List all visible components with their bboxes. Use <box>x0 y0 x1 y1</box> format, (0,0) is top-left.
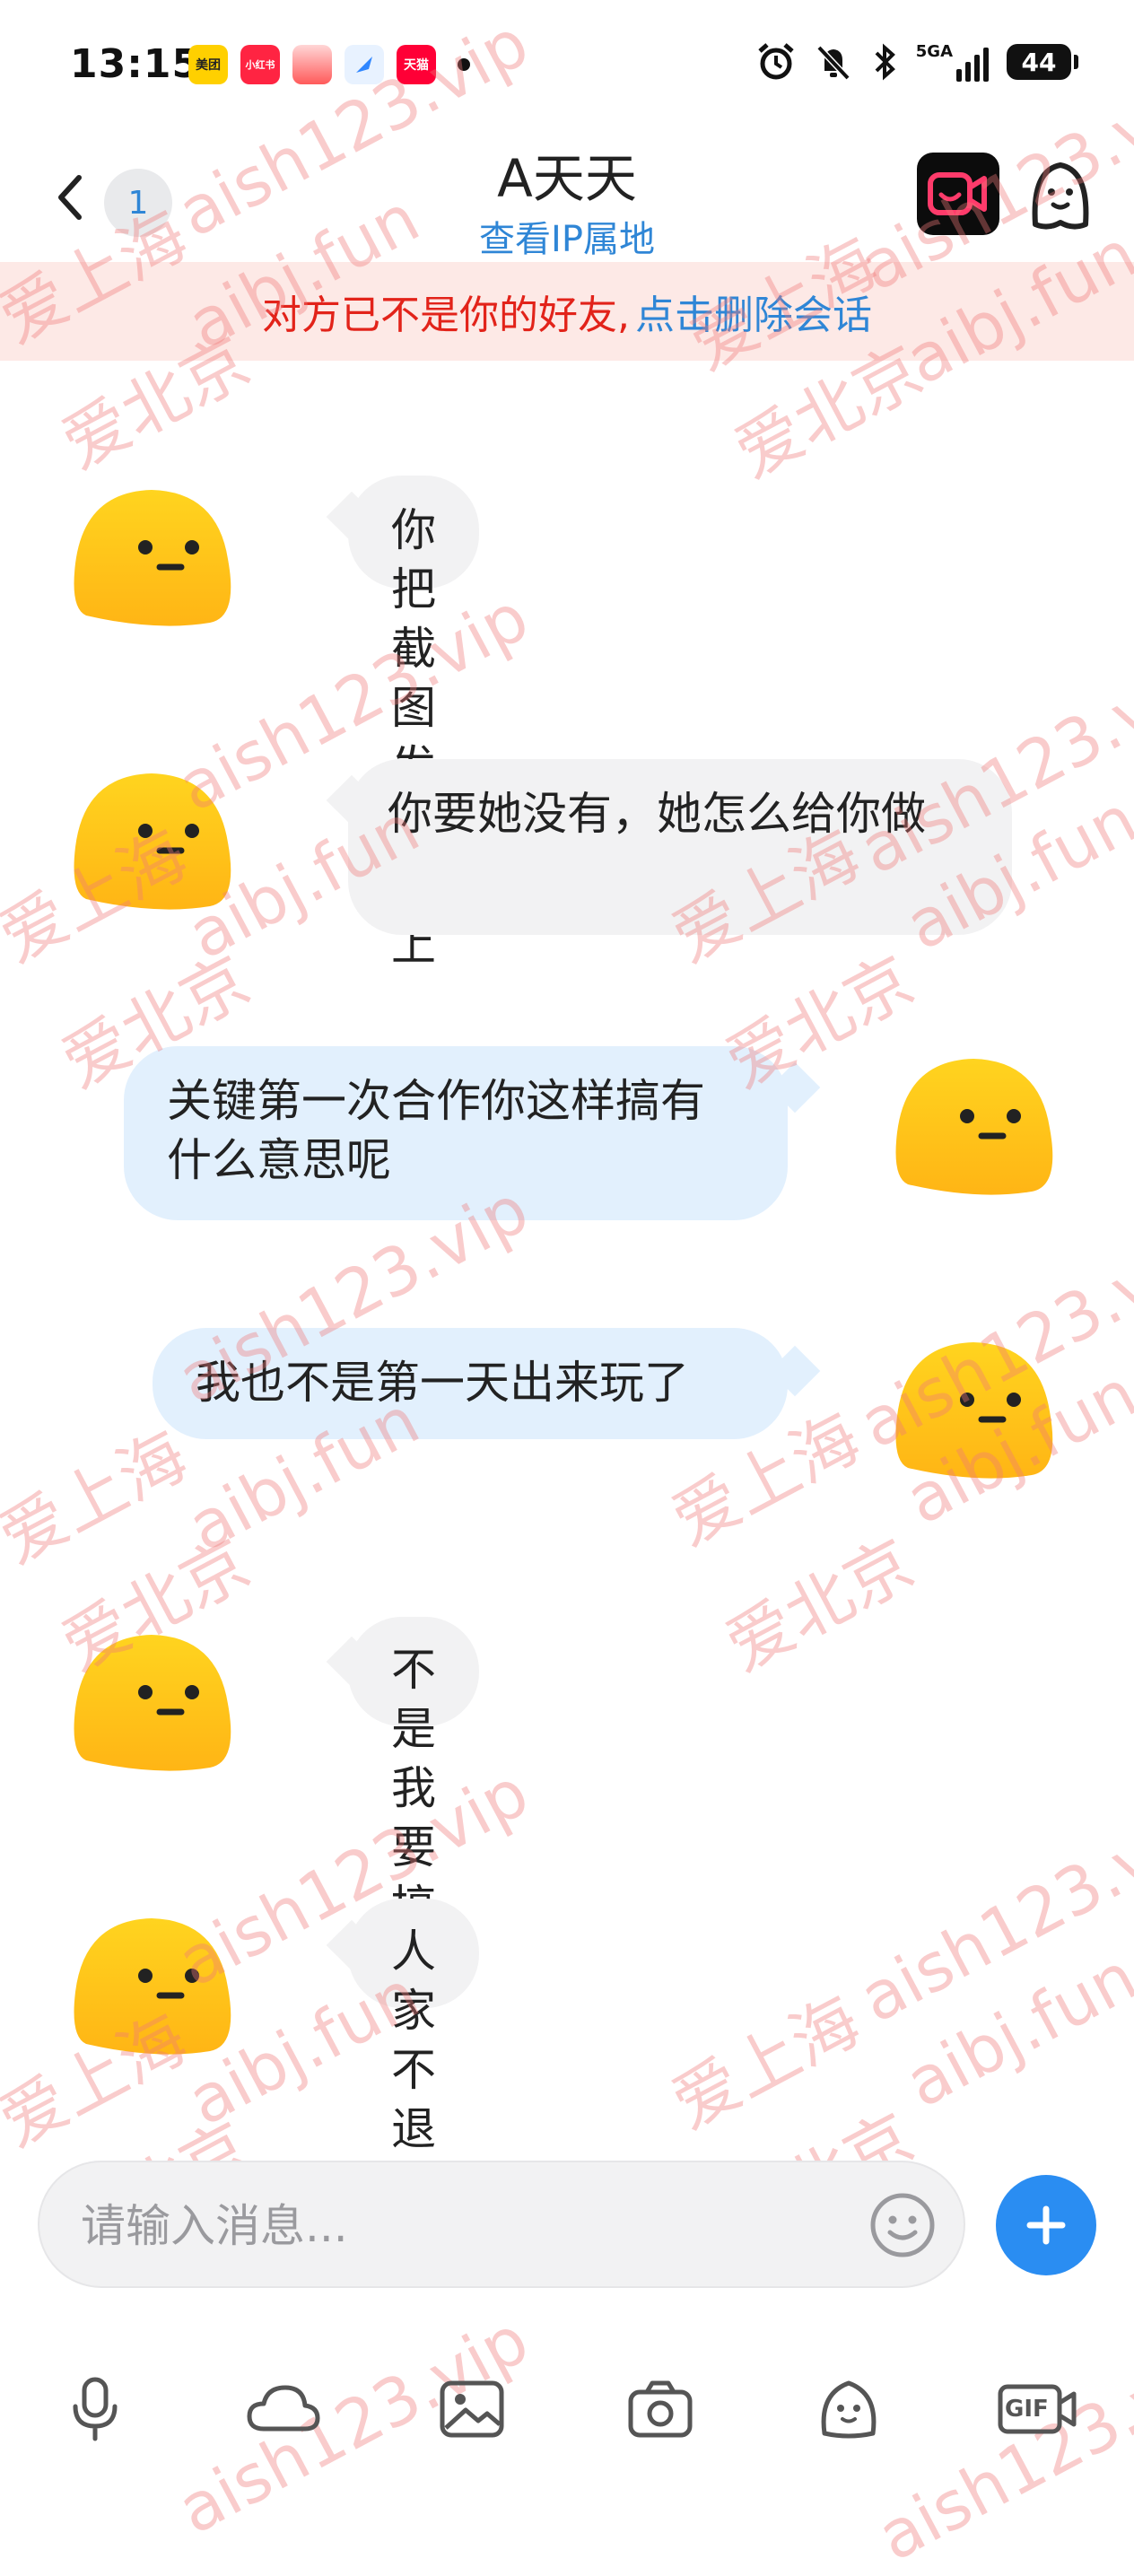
contact-avatar[interactable] <box>66 1610 246 1780</box>
contact-avatar[interactable] <box>66 1893 246 2064</box>
network-type: 5GA <box>915 42 953 61</box>
delete-conversation-link[interactable]: 点击删除会话 <box>635 283 872 340</box>
contact-avatar[interactable] <box>66 748 246 919</box>
message-input[interactable] <box>79 2189 872 2263</box>
sticker-face-icon <box>821 2380 877 2439</box>
video-call-button[interactable] <box>917 153 999 235</box>
watermark-text: 爱北京 <box>713 1524 927 1687</box>
camera-icon <box>628 2380 693 2438</box>
status-bar: 13:15 美团 小红书 天猫 5GA 44 <box>0 0 1134 135</box>
image-button[interactable] <box>429 2369 515 2449</box>
plus-icon <box>1026 2205 1066 2245</box>
game-app-icon <box>292 45 332 84</box>
my-avatar[interactable] <box>888 1034 1068 1204</box>
image-icon <box>440 2380 504 2438</box>
more-notifications-icon <box>458 58 470 71</box>
status-time: 13:15 <box>70 41 201 87</box>
cloud-button[interactable] <box>240 2369 327 2449</box>
emoji-icon[interactable] <box>868 2191 937 2259</box>
voice-button[interactable] <box>52 2369 138 2449</box>
tmall-app-icon: 天猫 <box>397 45 436 84</box>
chat-header: 1 A天天 查看IP属地 <box>0 135 1134 260</box>
watermark-text: 爱上海 <box>659 1982 873 2144</box>
camera-button[interactable] <box>617 2369 703 2449</box>
microphone-icon <box>73 2377 118 2441</box>
notice-text: 对方已不是你的好友, <box>262 293 630 338</box>
user-profile-icon <box>1032 162 1089 230</box>
message-bubble[interactable]: 关键第一次合作你这样搞有什么意思呢 <box>124 1046 788 1220</box>
battery-icon: 44 <box>1007 44 1078 80</box>
watermark-text: aibj.fun <box>894 1938 1134 2123</box>
notification-app-icons: 美团 小红书 天猫 <box>188 45 470 84</box>
more-actions-button[interactable] <box>996 2175 1096 2275</box>
contact-avatar[interactable] <box>66 465 246 635</box>
video-camera-icon <box>928 172 987 215</box>
browser-app-icon <box>345 45 384 84</box>
message-bubble[interactable]: 我也不是第一天出来玩了 <box>153 1328 788 1439</box>
alarm-icon <box>756 39 796 84</box>
watermark-text: aish123.vip <box>847 1789 1134 2039</box>
message-bubble[interactable]: 人家不退 <box>348 1899 479 2155</box>
input-toolbar: GIF <box>0 2351 1134 2458</box>
message-composer <box>38 2161 965 2288</box>
message-bubble[interactable]: 不是我要搞啊 <box>348 1617 479 1992</box>
system-icons: 5GA 44 <box>756 39 1078 84</box>
message-bubble[interactable]: 你要她没有，她怎么给你做 <box>348 759 1012 935</box>
cloud-icon <box>247 2385 320 2432</box>
bluetooth-icon <box>871 39 898 84</box>
my-avatar[interactable] <box>888 1317 1068 1488</box>
mute-icon <box>814 39 853 84</box>
meituan-app-icon: 美团 <box>188 45 228 84</box>
profile-button[interactable] <box>1023 153 1098 239</box>
not-friend-notice: 对方已不是你的好友, 点击删除会话 <box>0 262 1134 361</box>
signal-icon: 5GA <box>916 42 989 82</box>
watermark-text: 爱上海 <box>0 1417 200 1579</box>
gif-button[interactable]: GIF <box>994 2369 1080 2449</box>
xiaohongshu-app-icon: 小红书 <box>240 45 280 84</box>
sticker-button[interactable] <box>806 2369 892 2449</box>
gif-label: GIF <box>1005 2396 1049 2423</box>
message-bubble[interactable]: 你把截图发论坛上 <box>348 476 479 971</box>
